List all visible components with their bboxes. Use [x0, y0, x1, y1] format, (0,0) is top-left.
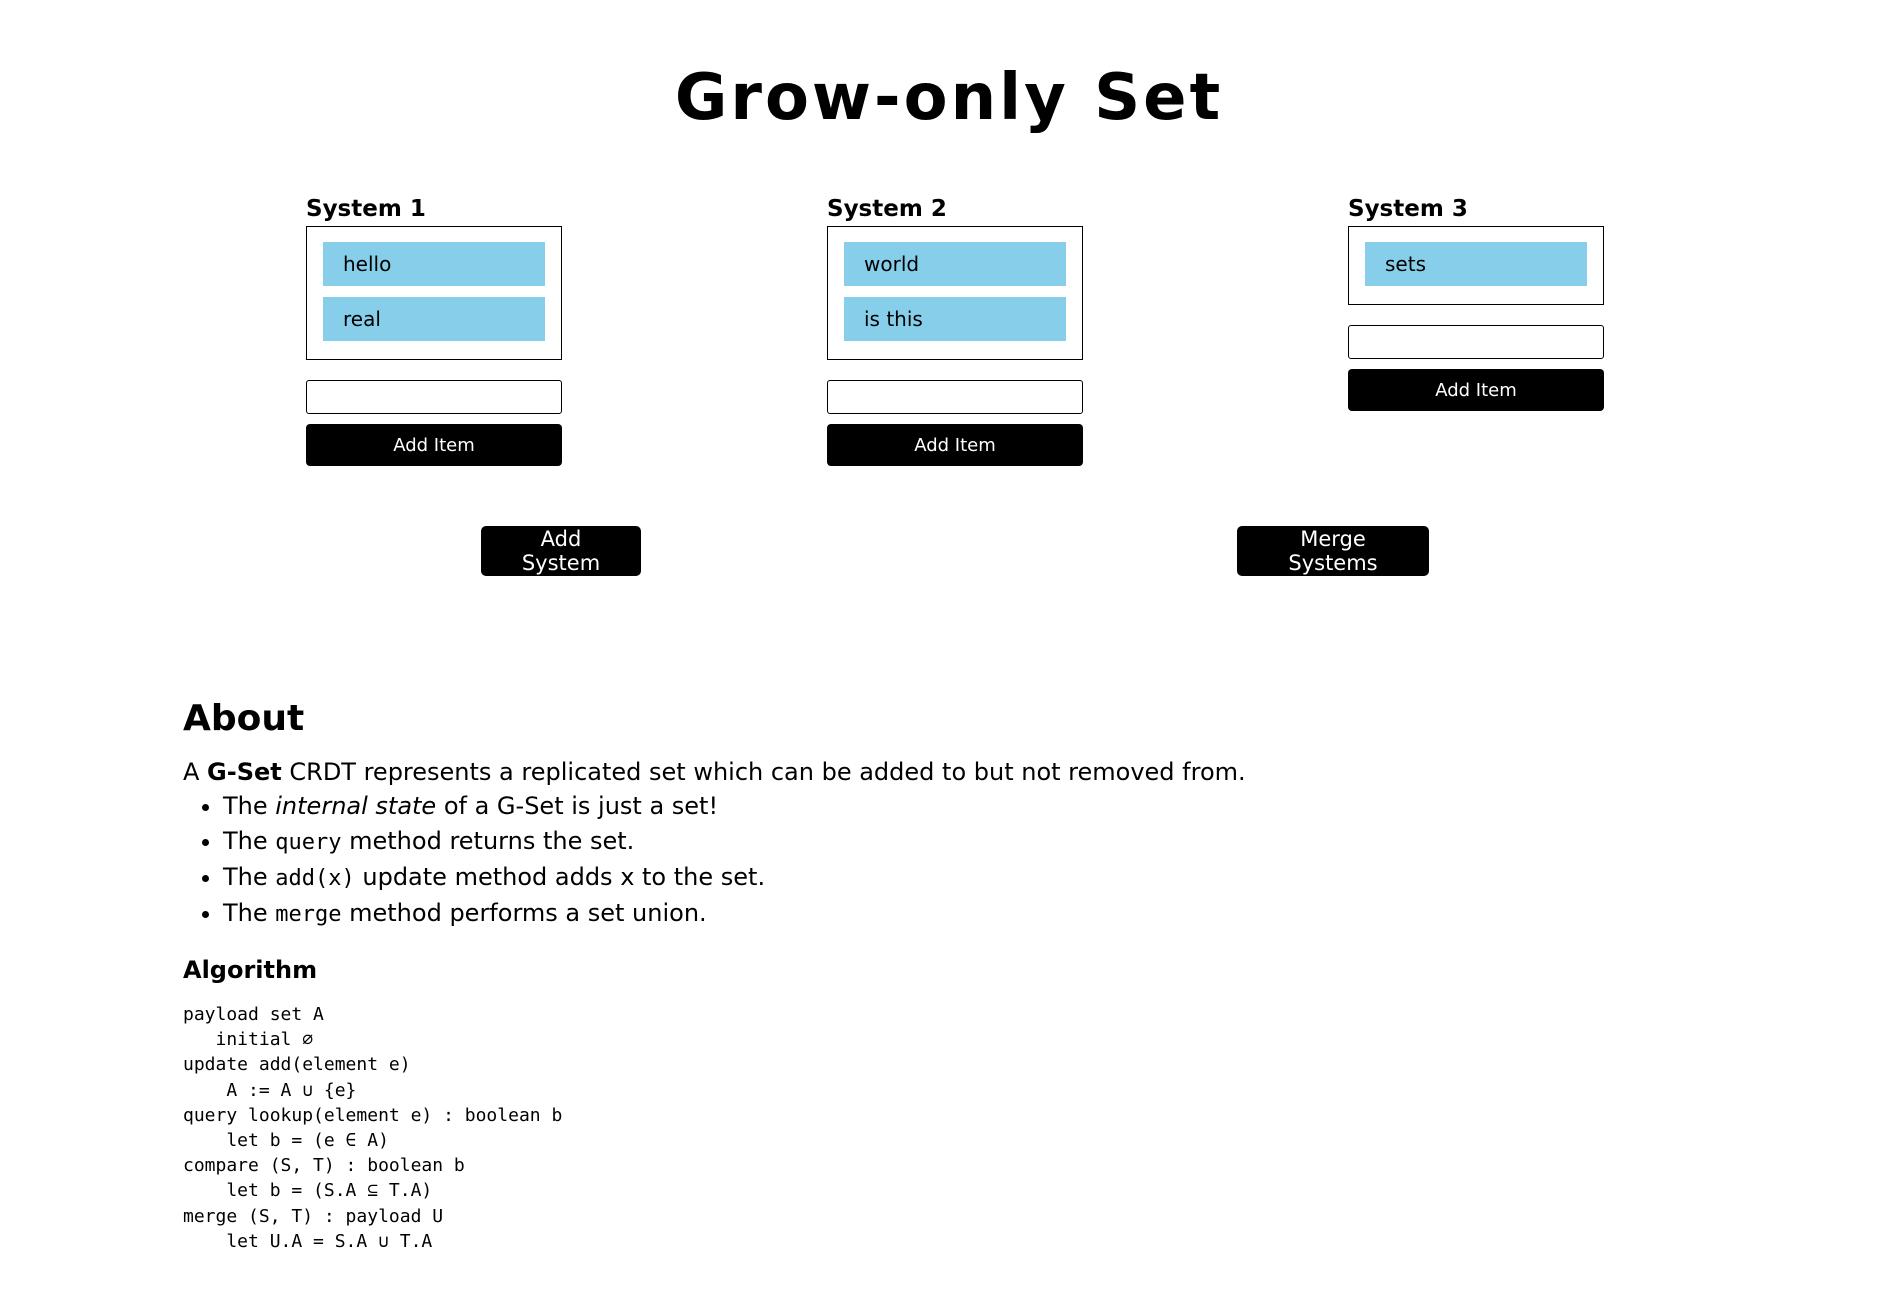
add-item-button[interactable]: Add Item [306, 424, 562, 466]
bullet-text: method returns the set. [341, 827, 635, 855]
list-item: world [844, 242, 1066, 286]
list-item: is this [844, 297, 1066, 341]
about-intro: A G-Set CRDT represents a replicated set… [183, 757, 1683, 787]
bullet-code: add(x) [275, 866, 355, 891]
list-item: The merge method performs a set union. [223, 896, 1683, 932]
system-title: System 2 [827, 196, 947, 222]
about-section: About A G-Set CRDT represents a replicat… [183, 695, 1683, 1254]
list-item: The add(x) update method adds x to the s… [223, 860, 1683, 896]
page-title: Grow-only Set [674, 61, 1224, 135]
list-item: real [323, 297, 545, 341]
list-item: The query method returns the set. [223, 824, 1683, 860]
list-item: hello [323, 242, 545, 286]
about-list: The internal state of a G-Set is just a … [183, 789, 1683, 932]
system-title: System 1 [306, 196, 426, 222]
item-input[interactable] [1348, 325, 1604, 359]
add-item-button[interactable]: Add Item [1348, 369, 1604, 411]
items-box: hello real [306, 226, 562, 360]
about-heading: About [183, 698, 305, 739]
bullet-text: The [223, 899, 276, 927]
intro-text: CRDT represents a replicated set which c… [281, 758, 1246, 786]
merge-systems-button[interactable]: Merge Systems [1237, 526, 1429, 576]
algorithm-code: payload set A initial ∅ update add(eleme… [183, 1004, 563, 1252]
bullet-text: method performs a set union. [341, 899, 707, 927]
item-input[interactable] [827, 380, 1083, 414]
system-1: System 1 hello real Add Item [306, 192, 562, 466]
gset-term: G-Set [207, 758, 282, 786]
bullet-emphasis: internal state [275, 792, 437, 820]
system-2: System 2 world is this Add Item [827, 192, 1083, 466]
items-box: sets [1348, 226, 1604, 305]
system-title: System 3 [1348, 196, 1468, 222]
list-item: sets [1365, 242, 1587, 286]
item-input[interactable] [306, 380, 562, 414]
intro-text: A [183, 758, 208, 786]
items-box: world is this [827, 226, 1083, 360]
bullet-text: The [223, 827, 276, 855]
bullet-text: of a G-Set is just a set! [436, 792, 719, 820]
list-item: The internal state of a G-Set is just a … [223, 789, 1683, 824]
bullet-code: query [275, 830, 342, 855]
bullet-text: update method adds x to the set. [354, 863, 766, 891]
add-system-button[interactable]: Add System [481, 526, 641, 576]
bullet-text: The [223, 792, 276, 820]
bullet-text: The [223, 863, 276, 891]
system-3: System 3 sets Add Item [1348, 192, 1604, 411]
algorithm-heading: Algorithm [183, 956, 318, 984]
add-item-button[interactable]: Add Item [827, 424, 1083, 466]
bullet-code: merge [275, 902, 342, 927]
